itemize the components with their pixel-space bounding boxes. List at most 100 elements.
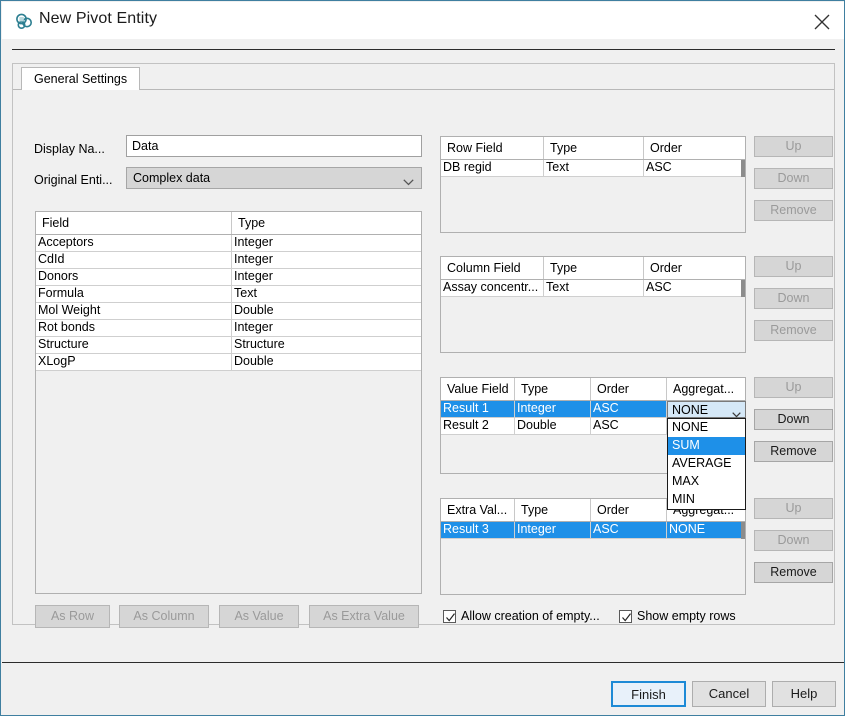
cell-type: Double xyxy=(232,354,422,370)
dialog-button-bar: Finish Cancel Help xyxy=(2,663,845,715)
column-field-empty-area xyxy=(441,297,745,352)
cell-order: ASC xyxy=(591,522,667,538)
value-field-up-button[interactable]: Up xyxy=(754,377,833,398)
finish-button[interactable]: Finish xyxy=(611,681,686,707)
cell-type: Integer xyxy=(515,522,591,538)
column-header-order[interactable]: Order xyxy=(644,257,746,279)
extra-value-field-remove-button[interactable]: Remove xyxy=(754,562,833,583)
column-field-scrollbar[interactable] xyxy=(741,280,745,297)
cell-field: Donors xyxy=(36,269,232,285)
extra-value-field-down-button[interactable]: Down xyxy=(754,530,833,551)
row-field-up-button[interactable]: Up xyxy=(754,136,833,157)
column-header-row-field[interactable]: Row Field xyxy=(441,137,544,159)
as-column-button[interactable]: As Column xyxy=(119,605,209,628)
field-list-empty-area xyxy=(36,371,421,593)
column-header-order[interactable]: Order xyxy=(591,378,667,400)
column-header-type[interactable]: Type xyxy=(515,378,591,400)
title-separator xyxy=(12,49,835,50)
checkbox-box xyxy=(619,610,632,623)
table-row[interactable]: DB regid Text ASC xyxy=(441,160,745,177)
display-name-input[interactable] xyxy=(126,135,422,157)
as-row-button[interactable]: As Row xyxy=(35,605,110,628)
column-header-field[interactable]: Field xyxy=(36,212,232,234)
table-row[interactable]: XLogP Double xyxy=(36,354,421,371)
column-field-down-button[interactable]: Down xyxy=(754,288,833,309)
molecule-icon xyxy=(13,11,35,33)
dropdown-option-none[interactable]: NONE xyxy=(668,419,745,437)
extra-value-field-empty-area xyxy=(441,539,745,594)
cell-type: Integer xyxy=(232,235,422,251)
column-field-up-button[interactable]: Up xyxy=(754,256,833,277)
dropdown-option-max[interactable]: MAX xyxy=(668,473,745,491)
dropdown-option-min[interactable]: MIN xyxy=(668,491,745,509)
aggregation-combo-value: NONE xyxy=(672,402,708,418)
check-icon xyxy=(621,612,632,623)
aggregation-combo[interactable]: NONE xyxy=(667,401,746,418)
cell-field: Mol Weight xyxy=(36,303,232,319)
column-header-aggregation[interactable]: Aggregat... xyxy=(667,378,747,400)
cell-type: Double xyxy=(515,418,591,434)
dropdown-option-sum[interactable]: SUM xyxy=(668,437,745,455)
table-row[interactable]: Acceptors Integer xyxy=(36,235,421,252)
as-extra-value-button[interactable]: As Extra Value xyxy=(309,605,419,628)
cell-order: ASC xyxy=(644,160,742,176)
table-row[interactable]: Formula Text xyxy=(36,286,421,303)
column-field-remove-button[interactable]: Remove xyxy=(754,320,833,341)
tab-general-settings[interactable]: General Settings xyxy=(21,67,140,91)
row-field-down-button[interactable]: Down xyxy=(754,168,833,189)
row-field-remove-button[interactable]: Remove xyxy=(754,200,833,221)
value-field-header: Value Field Type Order Aggregat... xyxy=(441,378,745,401)
cell-type: Double xyxy=(232,303,422,319)
as-value-button[interactable]: As Value xyxy=(219,605,299,628)
cell-type: Integer xyxy=(515,401,591,417)
aggregation-dropdown-popup[interactable]: NONE SUM AVERAGE MAX MIN xyxy=(667,418,746,510)
cell-column-field: Assay concentr... xyxy=(441,280,544,296)
help-button[interactable]: Help xyxy=(772,681,836,707)
column-header-type[interactable]: Type xyxy=(515,499,591,521)
dropdown-option-average[interactable]: AVERAGE xyxy=(668,455,745,473)
close-icon[interactable] xyxy=(799,2,845,39)
column-header-order[interactable]: Order xyxy=(644,137,746,159)
extra-value-field-up-button[interactable]: Up xyxy=(754,498,833,519)
table-row[interactable]: Mol Weight Double xyxy=(36,303,421,320)
value-field-down-button[interactable]: Down xyxy=(754,409,833,430)
table-row[interactable]: Assay concentr... Text ASC xyxy=(441,280,745,297)
table-row[interactable]: Donors Integer xyxy=(36,269,421,286)
row-field-header: Row Field Type Order xyxy=(441,137,745,160)
original-entity-combo[interactable]: Complex data xyxy=(126,167,422,189)
show-empty-rows-label: Show empty rows xyxy=(637,608,736,625)
column-header-order[interactable]: Order xyxy=(591,499,667,521)
column-header-type[interactable]: Type xyxy=(232,212,422,234)
row-field-rows: DB regid Text ASC xyxy=(441,160,745,177)
column-header-column-field[interactable]: Column Field xyxy=(441,257,544,279)
column-header-type[interactable]: Type xyxy=(544,257,644,279)
cell-value-field: Result 1 xyxy=(441,401,515,417)
cell-order: ASC xyxy=(644,280,742,296)
new-pivot-entity-dialog: New Pivot Entity General Settings Displa… xyxy=(0,0,845,716)
cell-aggregation: NONE xyxy=(667,522,742,538)
cancel-button[interactable]: Cancel xyxy=(692,681,766,707)
column-header-type[interactable]: Type xyxy=(544,137,644,159)
field-list-rows: Acceptors Integer CdId Integer Donors In… xyxy=(36,235,421,371)
extra-value-field-table[interactable]: Extra Val... Type Order Aggregat... Resu… xyxy=(440,498,746,595)
cell-order: ASC xyxy=(591,401,667,417)
extra-value-field-scrollbar[interactable] xyxy=(741,522,745,539)
cell-type: Text xyxy=(544,160,644,176)
chevron-down-icon xyxy=(403,175,414,189)
table-row[interactable]: CdId Integer xyxy=(36,252,421,269)
table-row[interactable]: Result 3 Integer ASC NONE xyxy=(441,522,745,539)
value-field-table[interactable]: Value Field Type Order Aggregat... Resul… xyxy=(440,377,746,474)
cell-type: Integer xyxy=(232,320,422,336)
cell-extra-value-field: Result 3 xyxy=(441,522,515,538)
column-field-table[interactable]: Column Field Type Order Assay concentr..… xyxy=(440,256,746,353)
field-list-table[interactable]: Field Type Acceptors Integer CdId Intege… xyxy=(35,211,422,594)
table-row[interactable]: Structure Structure xyxy=(36,337,421,354)
row-field-table[interactable]: Row Field Type Order DB regid Text ASC xyxy=(440,136,746,233)
table-row[interactable]: Rot bonds Integer xyxy=(36,320,421,337)
row-field-scrollbar[interactable] xyxy=(741,160,745,177)
value-field-remove-button[interactable]: Remove xyxy=(754,441,833,462)
cell-field: XLogP xyxy=(36,354,232,370)
column-header-value-field[interactable]: Value Field xyxy=(441,378,515,400)
column-header-extra-value-field[interactable]: Extra Val... xyxy=(441,499,515,521)
original-entity-value: Complex data xyxy=(133,168,210,188)
